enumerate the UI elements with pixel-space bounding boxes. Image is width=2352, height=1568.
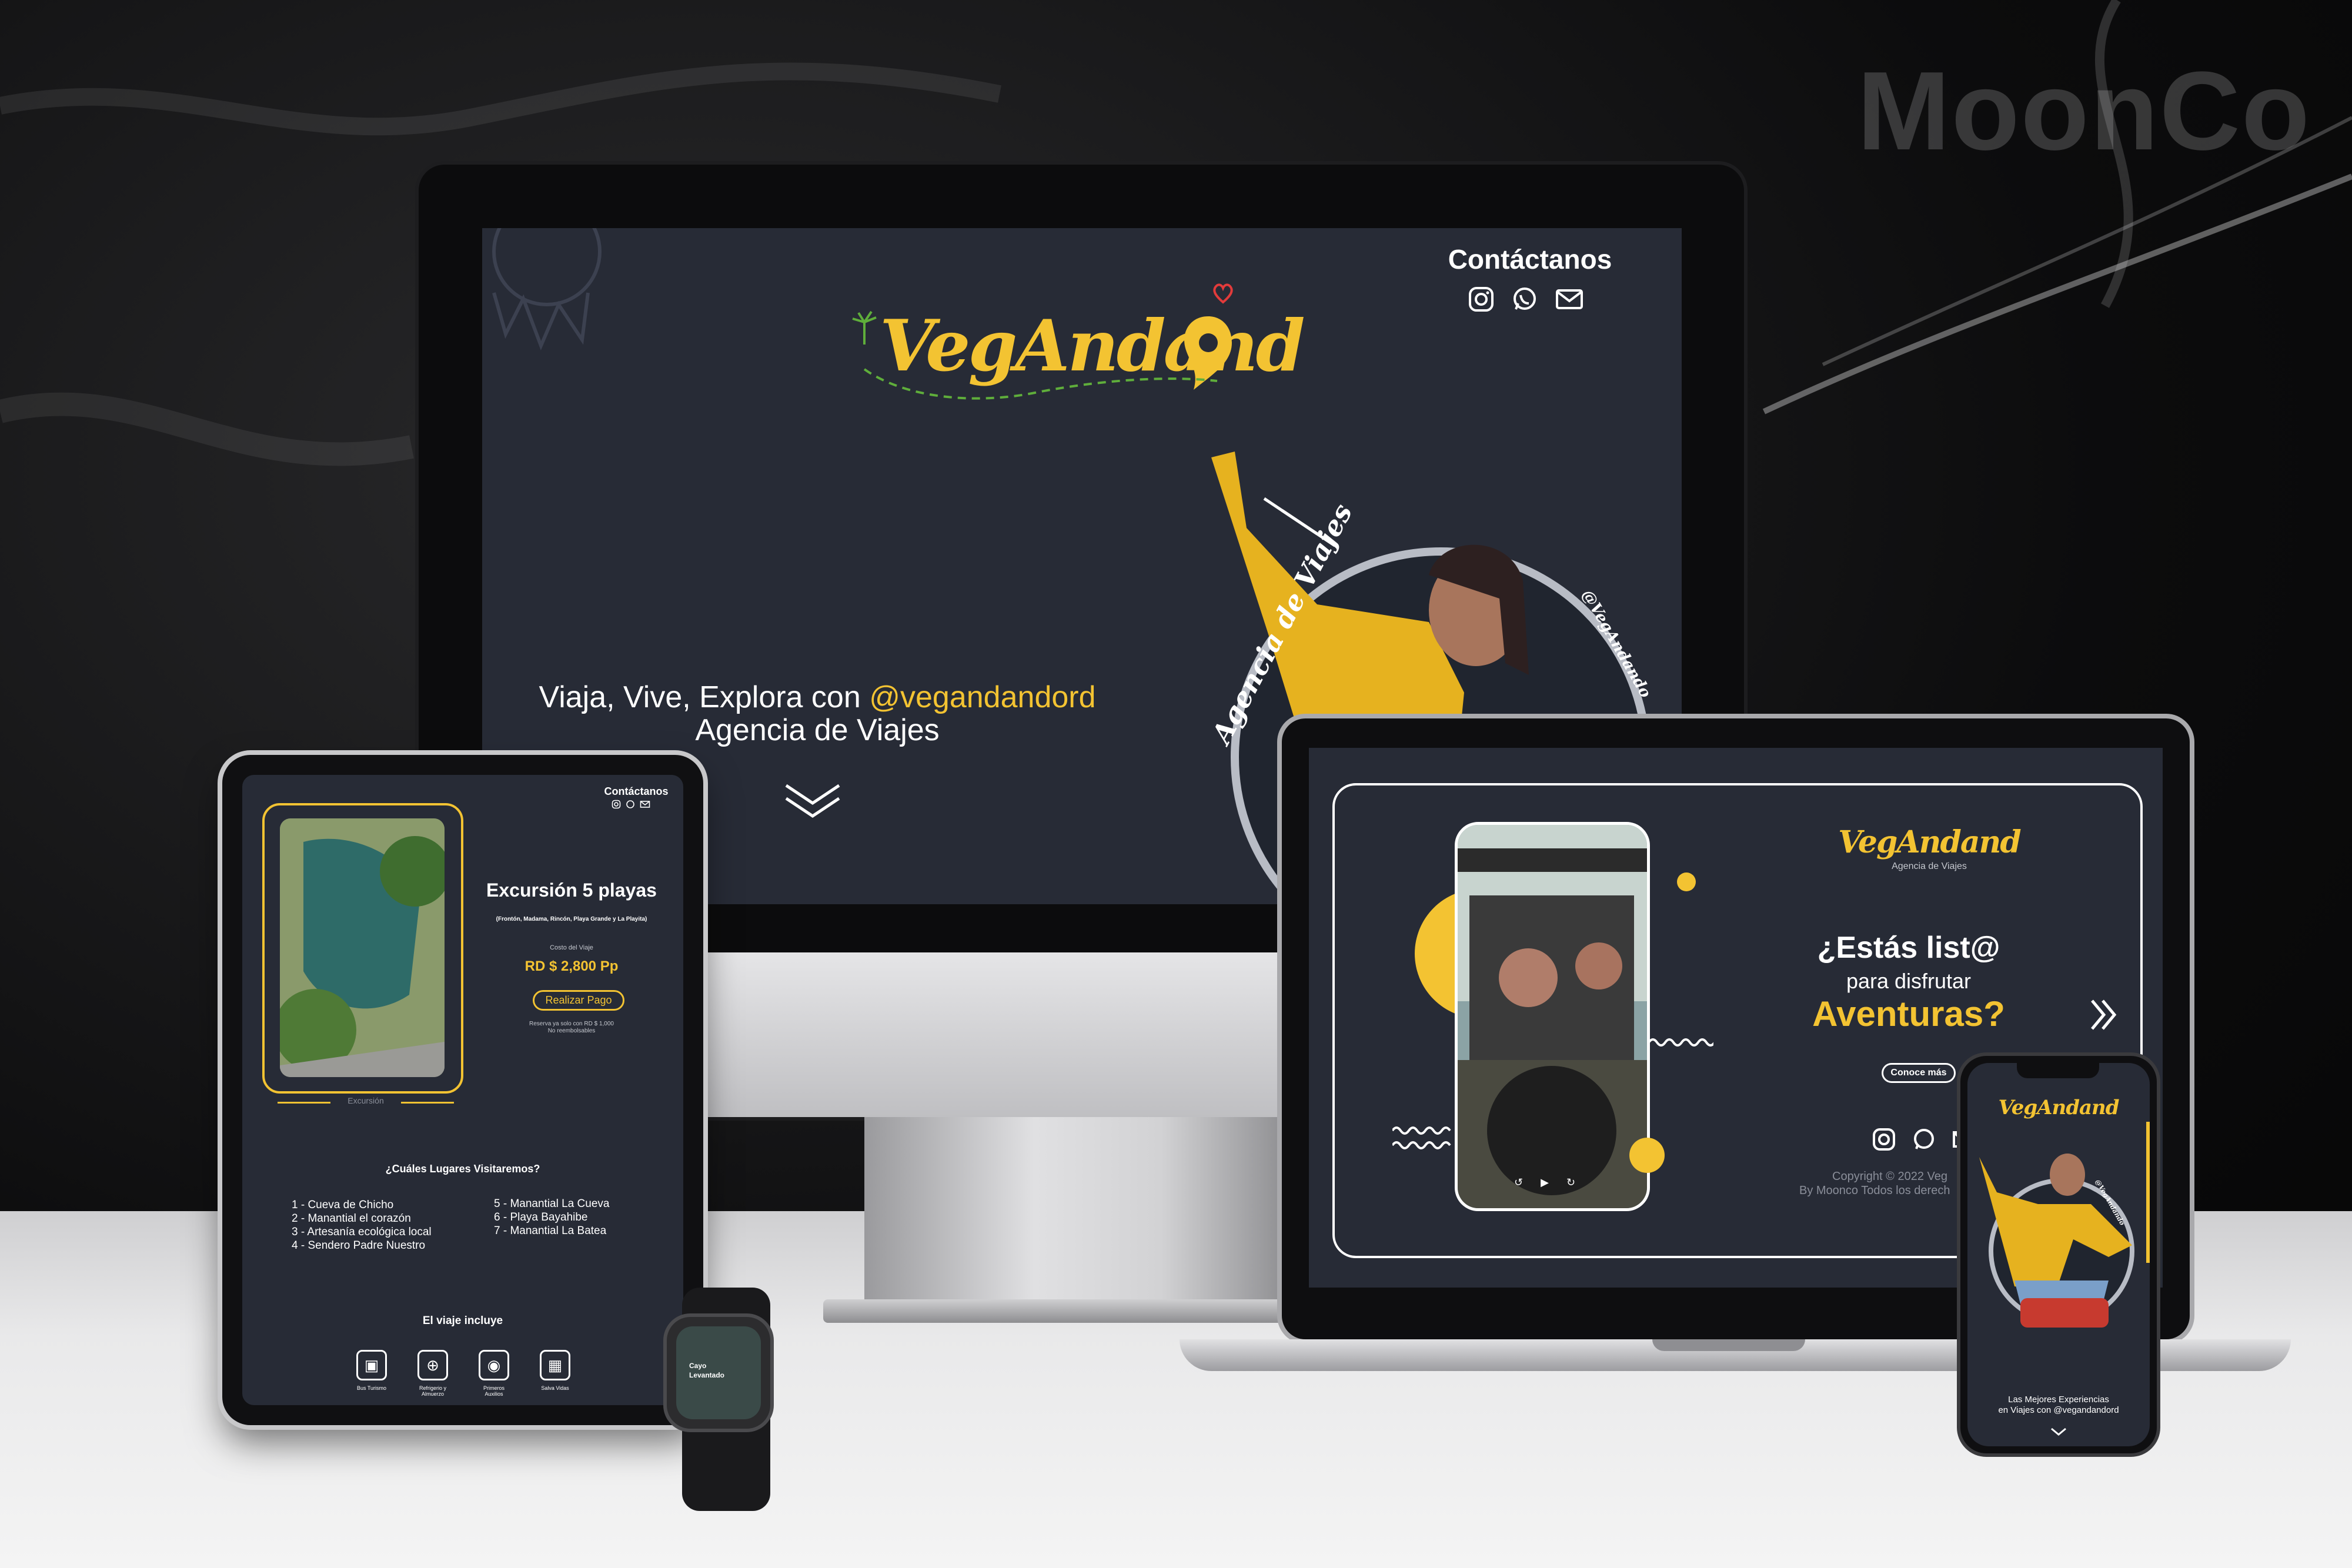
- wave-decoration: [1392, 1126, 1451, 1149]
- rewind-icon[interactable]: ↺: [1514, 1176, 1523, 1189]
- instagram-icon[interactable]: [1468, 286, 1495, 313]
- whatsapp-icon[interactable]: [626, 800, 635, 809]
- chevron-down-icon[interactable]: [2050, 1426, 2067, 1438]
- include-item: ▦ Salva Vidas: [537, 1350, 573, 1397]
- list-item: 5 - Manantial La Cueva: [494, 1198, 610, 1210]
- phone-accent-bar: [2146, 1122, 2150, 1263]
- tablet-screen: Contáctanos Excursión Excursión 5 playas…: [242, 775, 683, 1405]
- wave-decoration: [1649, 1038, 1713, 1047]
- places-list-right: 5 - Manantial La Cueva 6 - Playa Bayahib…: [494, 1197, 609, 1238]
- include-label: Salva Vidas: [541, 1385, 569, 1391]
- watermark-text: MoonCo: [1857, 49, 2311, 173]
- bus-icon: ▣: [356, 1350, 387, 1380]
- whatsapp-icon[interactable]: [1511, 286, 1538, 313]
- life-vest-icon: ▦: [540, 1350, 570, 1380]
- reserve-note-1: Reserva ya solo con RD $ 1,000: [529, 1021, 614, 1027]
- watch-line-2: Levantado: [689, 1371, 725, 1379]
- palm-icon: [852, 310, 877, 345]
- instagram-icon[interactable]: [1872, 1128, 1896, 1151]
- learn-more-button[interactable]: Conoce más: [1882, 1063, 1956, 1083]
- first-aid-icon: ◉: [479, 1350, 509, 1380]
- tablet-contact-icons: [612, 800, 650, 809]
- include-label: Bus Turismo: [356, 1385, 386, 1391]
- adventure-photo[interactable]: ↺ ▶ ↻: [1455, 822, 1650, 1211]
- watch-screen: Cayo Levantado: [676, 1326, 761, 1419]
- contact-title: Contáctanos: [1448, 244, 1612, 275]
- tagline-handle[interactable]: @vegandandord: [869, 680, 1095, 714]
- list-item: 3 - Artesanía ecológica local: [292, 1226, 432, 1238]
- yellow-dot-large: [1629, 1138, 1665, 1173]
- include-label: Primeros Auxilios: [483, 1385, 505, 1397]
- include-item: ◉ Primeros Auxilios: [476, 1350, 512, 1397]
- places-list-left: 1 - Cueva de Chicho 2 - Manantial el cor…: [292, 1198, 432, 1252]
- imac-stand: [864, 1117, 1288, 1311]
- places-title: ¿Cuáles Lugares Visitaremos?: [385, 1163, 540, 1175]
- heart-icon: [1213, 283, 1233, 304]
- phone-screen: VegAndand @VegAndando Las Mejores Experi…: [1967, 1063, 2150, 1446]
- dashed-path-decoration: [863, 368, 1218, 400]
- double-chevron-down-icon[interactable]: [783, 781, 842, 822]
- question-line-3: Aventuras?: [1812, 994, 2005, 1034]
- copyright-line-2: By Moonco Todos los derech: [1799, 1184, 1950, 1197]
- list-item: 6 - Playa Bayahibe: [494, 1211, 588, 1223]
- tour-photo: [280, 818, 445, 1077]
- list-item: 7 - Manantial La Batea: [494, 1225, 607, 1237]
- brand-logo[interactable]: VegAndand: [847, 281, 1305, 404]
- question-line-1: ¿Estás list@: [1817, 931, 2000, 965]
- yellow-dot: [1677, 872, 1696, 891]
- sun-doodle-icon: [492, 228, 602, 351]
- tablet-contact-title: Contáctanos: [604, 785, 669, 797]
- food-icon: ⊕: [417, 1350, 448, 1380]
- phone-notch: [2017, 1063, 2099, 1078]
- phone-caption-1: Las Mejores Experiencias: [2008, 1395, 2109, 1405]
- list-item: 4 - Sendero Padre Nuestro: [292, 1239, 426, 1252]
- media-controls: ↺ ▶ ↻: [1514, 1176, 1575, 1189]
- list-item: 2 - Manantial el corazón: [292, 1212, 411, 1225]
- forward-icon[interactable]: ↻: [1566, 1176, 1575, 1189]
- phone-caption-2: en Viajes con @vegandandord: [1998, 1405, 2119, 1415]
- mail-icon[interactable]: [640, 800, 650, 809]
- include-label: Refrigerio y Almuerzo: [419, 1385, 446, 1397]
- tagline-line2: Agencia de Viajes: [695, 713, 940, 747]
- play-icon[interactable]: ▶: [1541, 1176, 1549, 1189]
- pay-button[interactable]: Realizar Pago: [533, 990, 624, 1011]
- laptop-notch: [1652, 1339, 1805, 1351]
- include-item: ▣ Bus Turismo: [354, 1350, 389, 1397]
- list-item: 1 - Cueva de Chicho: [292, 1199, 394, 1211]
- instagram-icon[interactable]: [612, 800, 621, 809]
- laptop-logo[interactable]: VegAndand Agencia de Viajes: [1838, 824, 2021, 872]
- imac-foot: [823, 1299, 1329, 1323]
- phone-logo[interactable]: VegAndand: [1967, 1096, 2150, 1119]
- copyright-line-1: Copyright © 2022 Veg: [1832, 1170, 1947, 1183]
- mail-icon[interactable]: [1555, 286, 1584, 313]
- contact-icons: [1468, 286, 1584, 313]
- watch-line-1: Cayo: [689, 1362, 707, 1370]
- logo-subtitle: Agencia de Viajes: [1892, 861, 1967, 871]
- double-chevron-right-icon[interactable]: [2089, 997, 2118, 1032]
- whatsapp-icon[interactable]: [1912, 1128, 1936, 1151]
- tour-subtitle: (Frontón, Madama, Rincón, Playa Grande y…: [496, 916, 647, 922]
- phone-hero-image: [1979, 1154, 2134, 1328]
- image-caption: Excursión: [330, 1096, 401, 1105]
- includes-row: ▣ Bus Turismo ⊕ Refrigerio y Almuerzo ◉ …: [354, 1350, 573, 1397]
- tagline-prefix: Viaja, Vive, Explora con: [539, 680, 870, 714]
- reserve-note-2: No reembolsables: [547, 1028, 596, 1034]
- logo-text: VegAndand: [1838, 824, 2021, 860]
- include-item: ⊕ Refrigerio y Almuerzo: [415, 1350, 450, 1397]
- question-line-2: para disfrutar: [1846, 969, 1972, 993]
- hero-tagline: Viaja, Vive, Explora con @vegandandord A…: [523, 681, 1111, 747]
- price-label: Costo del Viaje: [550, 944, 593, 951]
- tour-title: Excursión 5 playas: [486, 880, 657, 901]
- tour-photo-card[interactable]: [262, 803, 463, 1094]
- tour-price: RD $ 2,800 Pp: [524, 958, 619, 974]
- includes-title: El viaje incluye: [422, 1315, 503, 1327]
